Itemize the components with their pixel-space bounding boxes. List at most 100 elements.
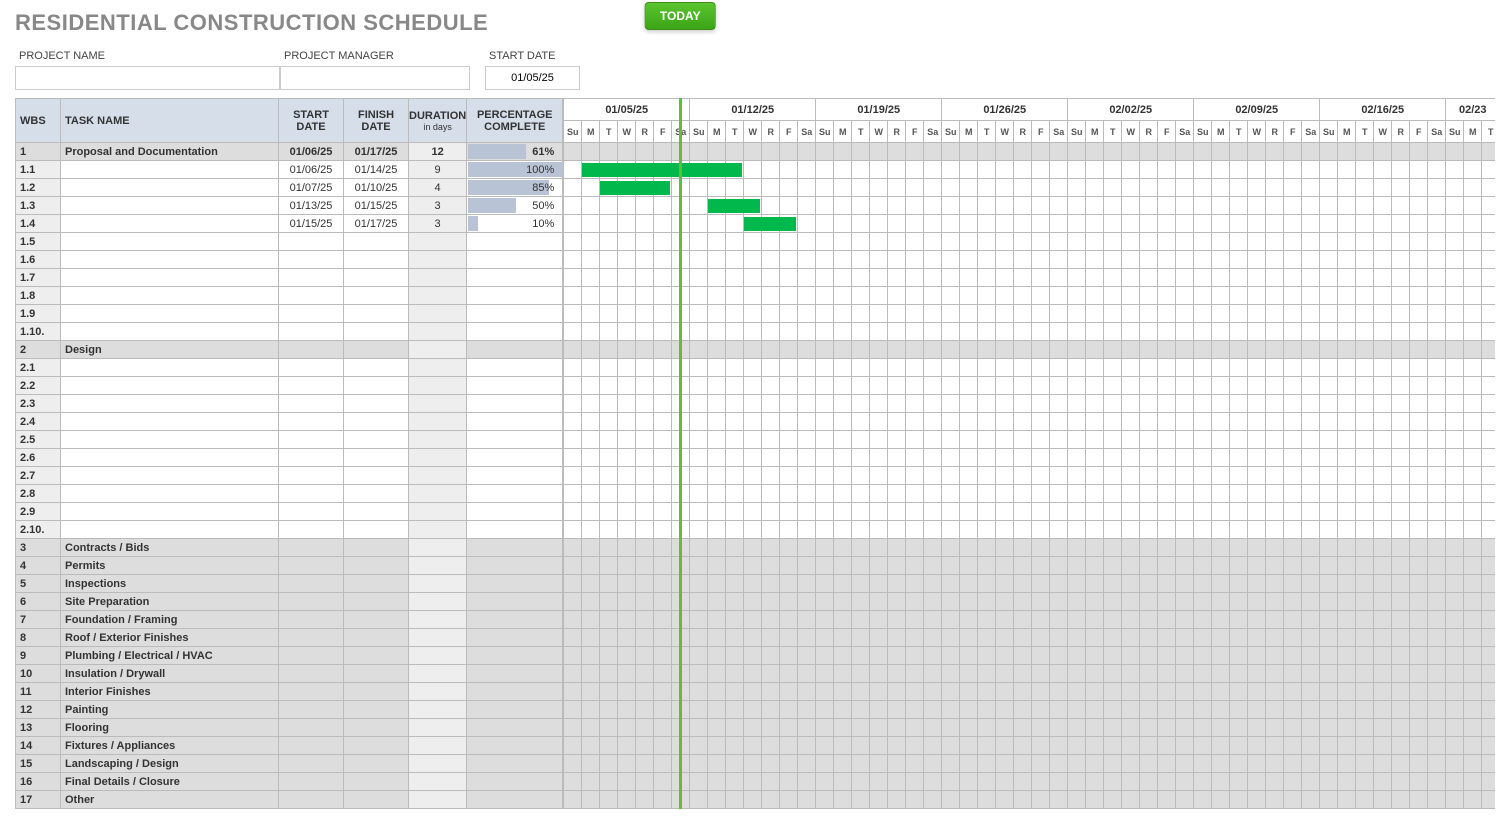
gantt-cell[interactable] [1140,521,1158,539]
gantt-cell[interactable] [906,233,924,251]
gantt-cell[interactable] [1050,377,1068,395]
gantt-cell[interactable] [924,215,942,233]
gantt-cell[interactable] [1176,773,1194,791]
gantt-cell[interactable] [1230,467,1248,485]
gantt-cell[interactable] [1014,359,1032,377]
gantt-cell[interactable] [1068,683,1086,701]
task-row[interactable]: 6Site Preparation [16,593,563,611]
gantt-cell[interactable] [672,215,690,233]
gantt-cell[interactable] [852,143,870,161]
gantt-cell[interactable] [654,593,672,611]
gantt-cell[interactable] [1230,575,1248,593]
gantt-cell[interactable] [618,773,636,791]
gantt-cell[interactable] [1248,449,1266,467]
gantt-cell[interactable] [1194,755,1212,773]
gantt-cell[interactable] [564,305,582,323]
gantt-cell[interactable] [942,485,960,503]
gantt-cell[interactable] [618,719,636,737]
gantt-cell[interactable] [1302,593,1320,611]
gantt-cell[interactable] [942,341,960,359]
gantt-cell[interactable] [870,593,888,611]
gantt-cell[interactable] [1392,305,1410,323]
gantt-cell[interactable] [1158,179,1176,197]
gantt-cell[interactable] [1446,395,1464,413]
gantt-cell[interactable] [1158,539,1176,557]
start-cell[interactable] [279,755,344,773]
gantt-cell[interactable] [870,161,888,179]
gantt-cell[interactable] [762,629,780,647]
gantt-cell[interactable] [798,359,816,377]
gantt-cell[interactable] [582,233,600,251]
gantt-cell[interactable] [1086,413,1104,431]
gantt-cell[interactable] [1446,179,1464,197]
gantt-cell[interactable] [1032,323,1050,341]
gantt-cell[interactable] [1104,611,1122,629]
gantt-cell[interactable] [1158,377,1176,395]
task-row[interactable]: 2.5 [16,431,563,449]
gantt-cell[interactable] [1230,773,1248,791]
gantt-cell[interactable] [1248,503,1266,521]
duration-cell[interactable] [409,359,467,377]
gantt-cell[interactable] [1014,647,1032,665]
gantt-cell[interactable] [1410,179,1428,197]
gantt-cell[interactable] [852,683,870,701]
gantt-cell[interactable] [726,755,744,773]
gantt-cell[interactable] [798,665,816,683]
gantt-cell[interactable] [852,557,870,575]
gantt-cell[interactable] [1050,413,1068,431]
gantt-cell[interactable] [1266,485,1284,503]
gantt-cell[interactable] [1194,575,1212,593]
gantt-cell[interactable] [1320,341,1338,359]
gantt-cell[interactable] [960,611,978,629]
wbs-cell[interactable]: 1.5 [16,233,61,251]
gantt-cell[interactable] [942,305,960,323]
gantt-cell[interactable] [1176,485,1194,503]
gantt-cell[interactable] [1050,359,1068,377]
gantt-cell[interactable] [1032,431,1050,449]
gantt-cell[interactable] [1428,143,1446,161]
gantt-cell[interactable] [1248,305,1266,323]
task-cell[interactable] [61,269,279,287]
wbs-cell[interactable]: 2.6 [16,449,61,467]
gantt-cell[interactable] [1230,665,1248,683]
task-row[interactable]: 16Final Details / Closure [16,773,563,791]
gantt-cell[interactable] [672,737,690,755]
gantt-cell[interactable] [1302,791,1320,809]
gantt-cell[interactable] [618,413,636,431]
gantt-cell[interactable] [1014,377,1032,395]
gantt-cell[interactable] [870,557,888,575]
gantt-cell[interactable] [1032,611,1050,629]
gantt-cell[interactable] [1032,161,1050,179]
gantt-cell[interactable] [906,665,924,683]
gantt-cell[interactable] [834,647,852,665]
gantt-cell[interactable] [1068,773,1086,791]
gantt-cell[interactable] [1050,593,1068,611]
gantt-cell[interactable] [636,323,654,341]
gantt-cell[interactable] [888,539,906,557]
gantt-cell[interactable] [1122,467,1140,485]
gantt-cell[interactable] [996,395,1014,413]
gantt-cell[interactable] [1338,485,1356,503]
gantt-cell[interactable] [870,575,888,593]
gantt-cell[interactable] [690,485,708,503]
gantt-cell[interactable] [1320,161,1338,179]
wbs-cell[interactable]: 8 [16,629,61,647]
gantt-cell[interactable] [1032,773,1050,791]
gantt-cell[interactable] [1392,197,1410,215]
gantt-cell[interactable] [600,665,618,683]
gantt-cell[interactable] [924,719,942,737]
gantt-cell[interactable] [762,791,780,809]
gantt-cell[interactable] [888,773,906,791]
gantt-cell[interactable] [762,323,780,341]
gantt-cell[interactable] [942,593,960,611]
gantt-cell[interactable] [726,341,744,359]
gantt-cell[interactable] [1194,467,1212,485]
gantt-cell[interactable] [672,503,690,521]
gantt-cell[interactable] [1410,539,1428,557]
gantt-cell[interactable] [1338,449,1356,467]
task-cell[interactable]: Flooring [61,719,279,737]
gantt-cell[interactable] [618,143,636,161]
gantt-cell[interactable] [708,755,726,773]
gantt-cell[interactable] [1338,179,1356,197]
wbs-cell[interactable]: 5 [16,575,61,593]
